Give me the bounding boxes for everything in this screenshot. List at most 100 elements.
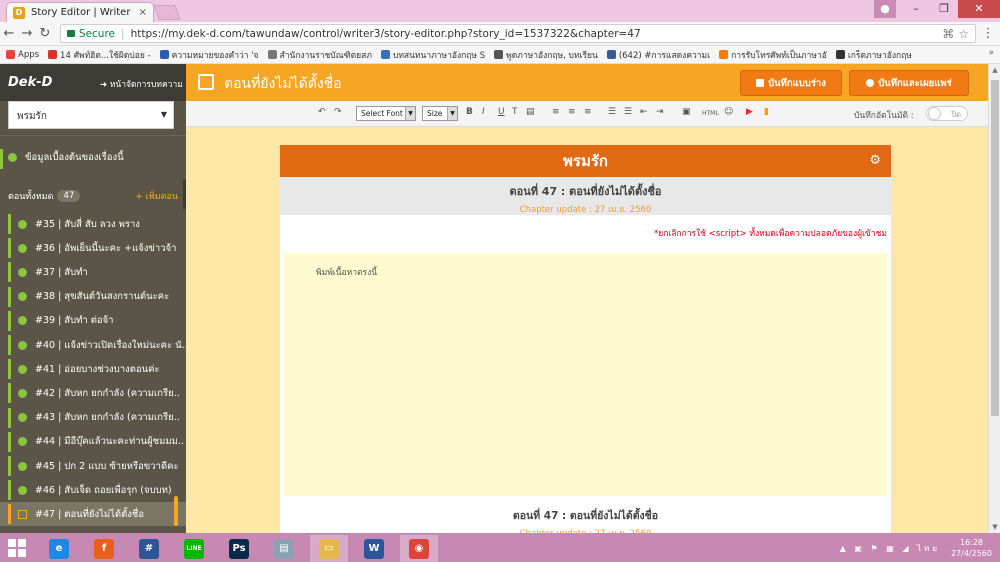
scroll-thumb[interactable] (991, 80, 999, 416)
chapter-heading[interactable]: ตอนที่ 47 : ตอนที่ยังไม่ได้ตั้งชื่อ (280, 182, 891, 200)
undo-icon[interactable]: ↶ (318, 107, 326, 117)
chapter-label: #39 | สับทำ ต่อจ้า (35, 315, 114, 327)
profile-icon[interactable]: ● (874, 0, 896, 18)
chapter-item[interactable]: #46 | สับเจ็ด ถอยเพื่อรุก (จบบท) (0, 478, 186, 502)
calculator-taskbar-button[interactable]: # (130, 535, 168, 562)
bold-button[interactable]: B (466, 107, 473, 117)
secure-indicator[interactable]: Secure (66, 28, 115, 40)
text-color-icon[interactable]: T (512, 107, 518, 117)
chart-icon[interactable]: ▮ (764, 107, 769, 117)
line-taskbar-button[interactable]: LINE (175, 535, 213, 562)
chapter-item[interactable]: #44 | มีอีบุ๊คแล้วนะคะท่านผู้ชมมม.. (0, 430, 186, 454)
chapter-label: #44 | มีอีบุ๊คแล้วนะคะท่านผู้ชมมม.. (35, 436, 184, 448)
chapter-item[interactable]: #42 | สับหก ยกกำลัง (ความเกรีย.. (0, 381, 186, 405)
status-dot-icon (18, 437, 27, 447)
windows-start-icon[interactable] (8, 539, 26, 557)
chapter-item[interactable]: #40 | แจ้งข่าวเปิดเรื่องใหม่นะคะ นั.. (0, 333, 186, 357)
bookmark-item[interactable]: การรับโทรศัพท์เป็นภาษาอั (719, 48, 827, 62)
browser-tab[interactable]: D Story Editor | Writer × (6, 2, 154, 22)
back-to-articles-link[interactable]: ➜ หน้าจัดการบทความ (100, 64, 186, 101)
reload-icon[interactable]: ↻ (36, 26, 54, 41)
tab-close-icon[interactable]: × (139, 7, 147, 18)
redo-icon[interactable]: ↷ (334, 107, 342, 117)
bookmark-item[interactable]: Apps (6, 50, 39, 60)
dek-d-logo[interactable]: Dek-D (0, 64, 100, 101)
new-tab-button[interactable] (153, 5, 181, 20)
chevron-down-icon: ▼ (405, 107, 415, 120)
minimize-button[interactable]: – (902, 0, 930, 18)
bookmark-item[interactable]: บทสนทนาภาษาอังกฤษ S (380, 48, 485, 62)
bookmark-star-icon[interactable]: ☆ (958, 27, 969, 41)
forward-arrow-icon[interactable]: → (18, 26, 36, 41)
clock[interactable]: 16:28 27/4/2560 (951, 537, 992, 559)
chapter-item[interactable]: #43 | สับหก ยกกำลัง (ความเกรีย.. (0, 406, 186, 430)
sidebar-scroll-thumb[interactable] (174, 496, 178, 526)
underline-button[interactable]: U (498, 107, 505, 117)
story-select[interactable]: พรมรัก ▼ (8, 101, 174, 129)
chapter-item[interactable]: #39 | สับทำ ต่อจ้า (0, 309, 186, 333)
chapter-item[interactable]: #47 | ตอนที่ยังไม่ได้ตั้งชื่อ (0, 502, 186, 527)
chapter-item[interactable]: #37 | สับทำ (0, 260, 186, 284)
bookmark-item[interactable]: สำนักงานราชบัณฑิตยสภ (267, 48, 372, 62)
maximize-button[interactable]: ❐ (930, 0, 958, 18)
bookmark-label: พูดภาษาอังกฤษ, บทเรียน (506, 50, 598, 61)
font-select[interactable]: Select Font ▼ (356, 106, 416, 121)
chapter-item[interactable]: #45 | ปก 2 แบบ ซ้ายหรือขวาดีคะ (0, 454, 186, 478)
align-left-icon[interactable]: ≡ (552, 107, 560, 117)
bookmark-item[interactable]: ความหมายของคำว่า 'จ (159, 48, 259, 62)
translate-icon[interactable]: ⌘ (942, 27, 954, 41)
save-draft-button[interactable]: บันทึกแบบร่าง (740, 70, 842, 96)
chrome-menu-icon[interactable]: ⋮ (976, 26, 1000, 41)
status-dot-icon (18, 364, 27, 374)
story-name: พรมรัก (563, 152, 608, 170)
bookmark-item[interactable]: เกร็ดภาษาอังกฤษ (835, 48, 912, 62)
language-indicator[interactable]: ไทย (917, 544, 940, 553)
file-explorer-taskbar-button[interactable]: ▭ (310, 535, 348, 562)
add-chapter-button[interactable]: + เพิ่มตอน (135, 189, 178, 203)
italic-button[interactable]: I (482, 107, 485, 117)
toggle-knob (928, 107, 941, 120)
chapter-item[interactable]: #36 | อัพเย็นนี้นะคะ +แจ้งข่าวจ้า (0, 236, 186, 260)
youtube-icon[interactable]: ▶ (746, 107, 753, 117)
save-publish-button[interactable]: บันทึกและเผยแพร่ (849, 70, 969, 96)
emoji-icon[interactable]: ☺ (724, 107, 733, 117)
page-scrollbar[interactable]: ▲ ▼ (988, 64, 1000, 533)
line-icon: LINE (184, 538, 204, 559)
content-editor[interactable]: พิมพ์เนื้อหาตรงนี้ (284, 253, 887, 496)
back-arrow-icon[interactable]: ← (0, 26, 18, 41)
firefox-taskbar-button[interactable]: f (85, 535, 123, 562)
bookmark-item[interactable]: พูดภาษาอังกฤษ, บทเรียน (494, 48, 598, 62)
close-window-button[interactable]: ✕ (958, 0, 1000, 18)
internet-explorer-icon: e (49, 538, 69, 559)
autosave-toggle[interactable]: ปิด (926, 106, 968, 121)
bullet-list-icon[interactable]: ☰ (608, 107, 616, 117)
url-input[interactable]: Secure | https://my.dek-d.com/tawundaw/c… (59, 24, 977, 43)
word-taskbar-button[interactable]: W (355, 535, 393, 562)
bookmark-item[interactable]: (642) #การแสดงความเ (606, 48, 710, 62)
chrome-taskbar-button[interactable]: ◉ (400, 535, 438, 562)
numbered-list-icon[interactable]: ☰ (624, 107, 632, 117)
system-tray[interactable]: ▲ ▣ ⚑ ▦ ◢ ไทย (840, 542, 940, 555)
bookmark-item[interactable]: 14 ศัพท์ฮิต...ใช้ผิดบ่อย - (48, 48, 151, 62)
more-bookmarks-icon[interactable]: » (989, 48, 994, 58)
image-icon[interactable]: ▣ (682, 107, 691, 117)
internet-explorer-taskbar-button[interactable]: e (40, 535, 78, 562)
chapter-item[interactable]: #41 | อ่อยบางช่วงบางตอนค่ะ (0, 357, 186, 381)
align-center-icon[interactable]: ≡ (568, 107, 576, 117)
app-window-taskbar-button[interactable]: ▤ (265, 535, 303, 562)
align-right-icon[interactable]: ≡ (584, 107, 592, 117)
chapter-item[interactable]: #38 | สุขสันต์วันสงกรานต์นะคะ (0, 285, 186, 309)
basic-info-link[interactable]: ข้อมูลเบื้องต้นของเรื่องนี้ (8, 150, 124, 165)
chapter-status-bar (8, 480, 11, 501)
outdent-icon[interactable]: ⇤ (640, 107, 648, 117)
chapter-item[interactable]: #35 | สับสี่ สับ ลวง พราง (0, 212, 186, 236)
size-select[interactable]: Size ▼ (422, 106, 458, 121)
highlight-icon[interactable]: ▤ (526, 107, 535, 117)
photoshop-taskbar-button[interactable]: Ps (220, 535, 258, 562)
html-icon[interactable]: HTML (702, 110, 719, 117)
chapter-status-bar (8, 383, 11, 404)
indent-icon[interactable]: ⇥ (656, 107, 664, 117)
scroll-up-icon[interactable]: ▲ (989, 66, 1000, 74)
gear-icon[interactable]: ⚙ (869, 145, 881, 177)
scroll-down-icon[interactable]: ▼ (989, 523, 1000, 531)
